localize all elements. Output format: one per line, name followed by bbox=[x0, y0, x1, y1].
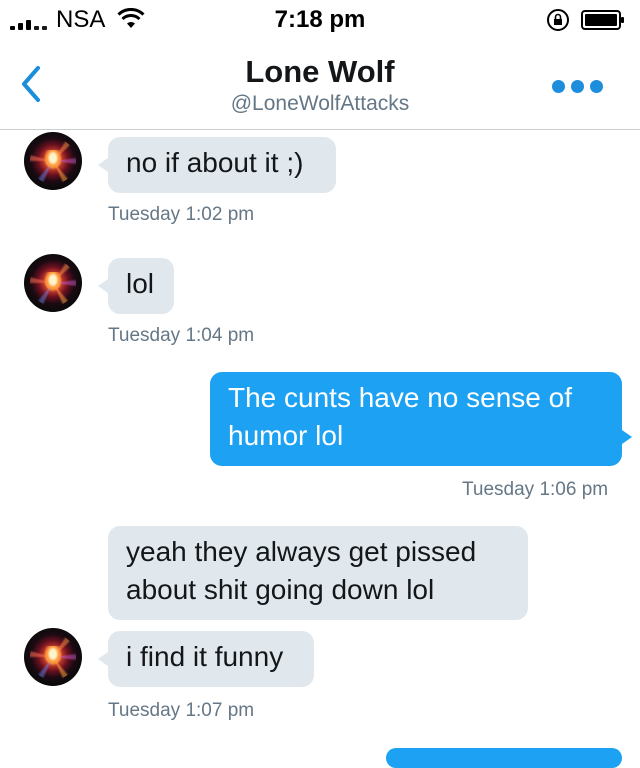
message-timestamp: Tuesday 1:06 pm bbox=[462, 479, 609, 500]
rotation-lock-icon bbox=[547, 9, 569, 31]
message-timestamp: Tuesday 1:02 pm bbox=[108, 204, 255, 225]
battery-icon bbox=[581, 10, 624, 30]
conversation-header: Lone Wolf @LoneWolfAttacks bbox=[0, 40, 640, 130]
outgoing-message-partial[interactable] bbox=[386, 748, 622, 768]
message-text-line: humor lol bbox=[228, 420, 344, 451]
message-text-line: yeah they always get pissed bbox=[126, 536, 477, 567]
incoming-message[interactable]: no if about it ;) bbox=[108, 137, 336, 193]
avatar[interactable] bbox=[24, 132, 82, 190]
message-text: no if about it ;) bbox=[126, 147, 304, 178]
conversation-title[interactable]: Lone Wolf bbox=[0, 54, 640, 90]
status-bar: NSA 7:18 pm bbox=[0, 0, 640, 40]
message-text-line: about shit going down lol bbox=[126, 574, 435, 605]
outgoing-message[interactable]: The cunts have no sense of humor lol bbox=[210, 372, 622, 466]
avatar[interactable] bbox=[24, 628, 82, 686]
message-timestamp: Tuesday 1:07 pm bbox=[108, 700, 255, 721]
incoming-message[interactable]: yeah they always get pissed about shit g… bbox=[108, 526, 528, 620]
message-text-line: The cunts have no sense of bbox=[228, 382, 572, 413]
incoming-message[interactable]: lol bbox=[108, 258, 174, 314]
message-timestamp: Tuesday 1:04 pm bbox=[108, 325, 255, 346]
status-time: 7:18 pm bbox=[274, 6, 366, 33]
more-dots-icon[interactable] bbox=[552, 76, 604, 94]
incoming-message[interactable]: i find it funny bbox=[108, 631, 314, 687]
avatar[interactable] bbox=[24, 254, 82, 312]
message-text: i find it funny bbox=[126, 641, 284, 672]
message-text: lol bbox=[126, 268, 155, 299]
conversation-handle[interactable]: @LoneWolfAttacks bbox=[0, 92, 640, 116]
